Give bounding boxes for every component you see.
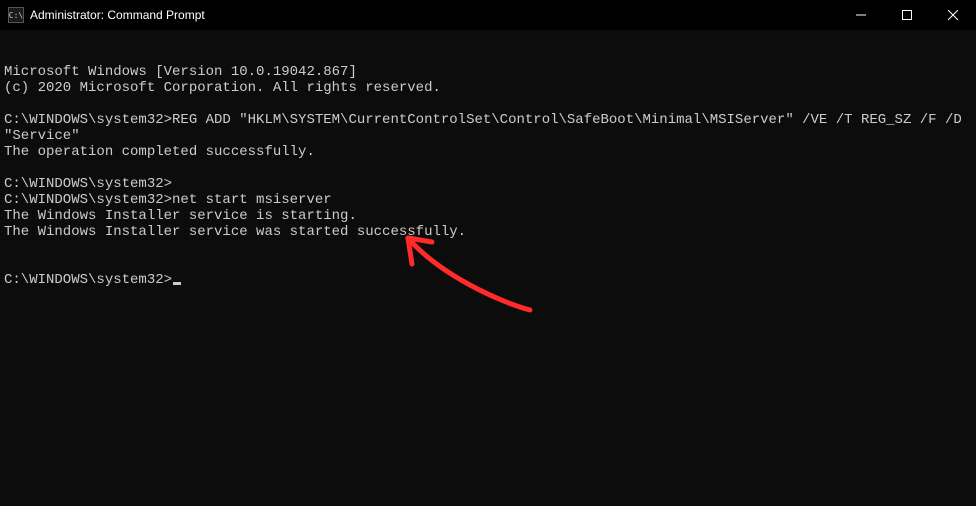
terminal-line	[4, 96, 972, 112]
terminal-line: C:\WINDOWS\system32>	[4, 272, 972, 288]
terminal-line: The Windows Installer service is startin…	[4, 208, 972, 224]
text-cursor	[173, 282, 181, 285]
command-prompt-window: C:\ Administrator: Command Prompt Micros…	[0, 0, 976, 506]
minimize-button[interactable]	[838, 0, 884, 30]
terminal-line: Microsoft Windows [Version 10.0.19042.86…	[4, 64, 972, 80]
terminal-line: The operation completed successfully.	[4, 144, 972, 160]
maximize-button[interactable]	[884, 0, 930, 30]
titlebar[interactable]: C:\ Administrator: Command Prompt	[0, 0, 976, 30]
terminal-line	[4, 256, 972, 272]
terminal-line: C:\WINDOWS\system32>	[4, 176, 972, 192]
terminal-line: The Windows Installer service was starte…	[4, 224, 972, 240]
window-title: Administrator: Command Prompt	[30, 8, 205, 22]
window-controls	[838, 0, 976, 30]
terminal-line: C:\WINDOWS\system32>net start msiserver	[4, 192, 972, 208]
cmd-icon: C:\	[8, 7, 24, 23]
close-button[interactable]	[930, 0, 976, 30]
terminal-output[interactable]: Microsoft Windows [Version 10.0.19042.86…	[0, 30, 976, 506]
terminal-line: C:\WINDOWS\system32>REG ADD "HKLM\SYSTEM…	[4, 112, 972, 144]
terminal-line	[4, 240, 972, 256]
terminal-line	[4, 160, 972, 176]
terminal-line: (c) 2020 Microsoft Corporation. All righ…	[4, 80, 972, 96]
titlebar-left: C:\ Administrator: Command Prompt	[0, 7, 838, 23]
